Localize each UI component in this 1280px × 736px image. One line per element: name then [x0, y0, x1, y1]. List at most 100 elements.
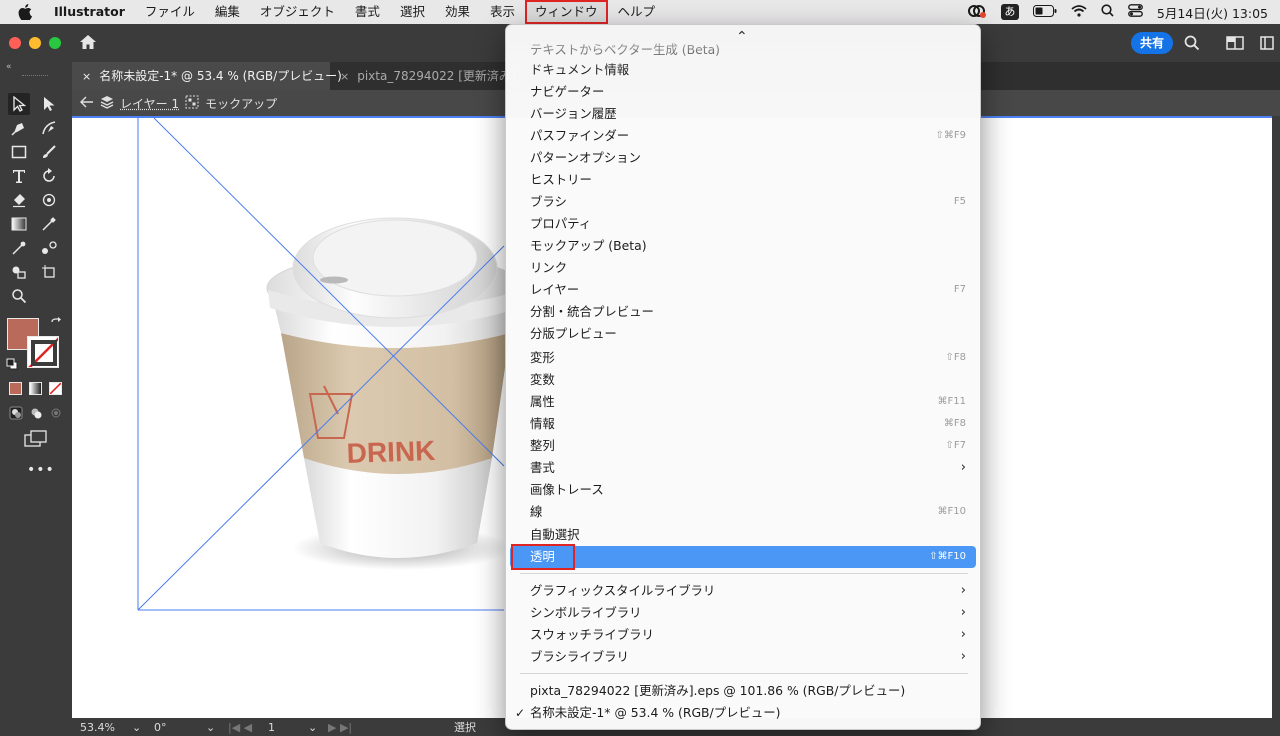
artboard-dropdown-icon[interactable]: ⌄: [308, 720, 317, 735]
selection-tool-icon[interactable]: [8, 93, 30, 115]
workspace-switcher-icon[interactable]: [1260, 36, 1274, 53]
menu-item-align[interactable]: 整列 ⇧F7: [510, 435, 976, 457]
arrange-documents-icon[interactable]: [1226, 36, 1244, 53]
menu-item-history[interactable]: ヒストリー: [510, 169, 976, 191]
breadcrumb-layer[interactable]: レイヤー 1: [120, 95, 179, 112]
menu-view[interactable]: 表示: [480, 0, 525, 24]
menu-item-pathfinder[interactable]: パスファインダー ⇧⌘F9: [510, 125, 976, 147]
panel-grip[interactable]: [22, 75, 48, 77]
menu-item-transform[interactable]: 変形 ⇧F8: [510, 347, 976, 369]
minimize-window-button[interactable]: [29, 37, 41, 49]
input-method-icon[interactable]: あ: [1000, 4, 1019, 20]
collapse-panel-icon[interactable]: «: [6, 62, 12, 72]
share-button[interactable]: 共有: [1130, 32, 1173, 54]
search-icon[interactable]: [1184, 35, 1200, 54]
zoom-dropdown-icon[interactable]: ⌄: [132, 720, 141, 735]
spotlight-search-icon[interactable]: [1101, 4, 1114, 20]
breadcrumb-group[interactable]: モックアップ: [205, 95, 277, 112]
shape-builder-tool-icon[interactable]: [8, 261, 30, 283]
wifi-icon[interactable]: [1071, 4, 1087, 20]
menu-help[interactable]: ヘルプ: [608, 0, 666, 24]
menu-item-attributes[interactable]: 属性 ⌘F11: [510, 391, 976, 413]
last-artboard-icon[interactable]: ▶ ▶|: [328, 720, 352, 735]
more-tools-icon[interactable]: •••: [27, 462, 55, 478]
control-center-icon[interactable]: [1127, 4, 1143, 20]
menu-item-links[interactable]: リンク: [510, 257, 976, 279]
tab-pixta-document[interactable]: × pixta_78294022 [更新済み]: [330, 62, 516, 90]
menu-item-pattern-options[interactable]: パターンオプション: [510, 147, 976, 169]
gradient-mode-icon[interactable]: [29, 382, 42, 395]
menu-item-document-info[interactable]: ドキュメント情報: [510, 59, 976, 81]
close-window-button[interactable]: [9, 37, 21, 49]
menu-select[interactable]: 選択: [390, 0, 435, 24]
close-tab-icon[interactable]: ×: [340, 70, 349, 83]
menu-item-stroke[interactable]: 線 ⌘F10: [510, 501, 976, 523]
menu-item-transparency[interactable]: 透明 ⇧⌘F10: [510, 546, 976, 568]
menu-item-navigator[interactable]: ナビゲーター: [510, 81, 976, 103]
menu-file[interactable]: ファイル: [135, 0, 205, 24]
menu-item-graphic-style-libraries[interactable]: グラフィックスタイルライブラリ ›: [510, 580, 976, 602]
menu-item-type-submenu[interactable]: 書式 ›: [510, 457, 976, 479]
color-mode-icon[interactable]: [9, 382, 22, 395]
type-tool-icon[interactable]: [8, 165, 30, 187]
stroke-color-swatch[interactable]: [27, 336, 59, 368]
mesh-tool-icon[interactable]: [38, 213, 60, 235]
eyedropper-tool-icon[interactable]: [8, 237, 30, 259]
artboard-number[interactable]: 1: [268, 720, 275, 735]
direct-selection-tool-icon[interactable]: [38, 93, 60, 115]
gradient-tool-icon[interactable]: [8, 213, 30, 235]
app-menu[interactable]: Illustrator: [48, 0, 135, 24]
creative-cloud-icon[interactable]: [967, 3, 987, 22]
draw-normal-icon[interactable]: [9, 406, 23, 423]
menu-item-info[interactable]: 情報 ⌘F8: [510, 413, 976, 435]
rectangle-tool-icon[interactable]: [8, 141, 30, 163]
menu-type[interactable]: 書式: [345, 0, 390, 24]
menu-item-document-pixta[interactable]: pixta_78294022 [更新済み].eps @ 101.86 % (RG…: [510, 680, 976, 702]
menu-item-document-untitled[interactable]: ✓ 名称未設定-1* @ 53.4 % (RGB/プレビュー): [510, 702, 976, 724]
menu-item-variables[interactable]: 変数: [510, 369, 976, 391]
scroll-up-icon[interactable]: ⌃: [736, 29, 748, 45]
menu-item-separations-preview[interactable]: 分版プレビュー: [510, 323, 976, 345]
rotation-dropdown-icon[interactable]: ⌄: [206, 720, 215, 735]
menu-item-symbol-libraries[interactable]: シンボルライブラリ ›: [510, 602, 976, 624]
menu-object[interactable]: オブジェクト: [250, 0, 345, 24]
back-arrow-icon[interactable]: [80, 96, 94, 111]
close-tab-icon[interactable]: ×: [82, 70, 91, 83]
menu-item-version-history[interactable]: バージョン履歴: [510, 103, 976, 125]
default-fill-stroke-icon[interactable]: [6, 358, 18, 373]
rotate-tool-icon[interactable]: [38, 165, 60, 187]
rotation-value[interactable]: 0°: [154, 720, 167, 735]
draw-behind-icon[interactable]: [29, 406, 43, 423]
pen-tool-icon[interactable]: [8, 117, 30, 139]
menu-item-brushes[interactable]: ブラシ F5: [510, 191, 976, 213]
apple-menu-icon[interactable]: [16, 4, 34, 20]
menu-item-brush-libraries[interactable]: ブラシライブラリ ›: [510, 646, 976, 668]
menu-item-mockup[interactable]: モックアップ (Beta): [510, 235, 976, 257]
first-artboard-icon[interactable]: |◀ ◀: [228, 720, 252, 735]
swap-fill-stroke-icon[interactable]: [50, 317, 62, 332]
zoom-level[interactable]: 53.4%: [80, 720, 115, 735]
zoom-window-button[interactable]: [49, 37, 61, 49]
menu-item-image-trace[interactable]: 画像トレース: [510, 479, 976, 501]
draw-inside-icon[interactable]: [49, 406, 63, 423]
menu-item-flattener-preview[interactable]: 分割・統合プレビュー: [510, 301, 976, 323]
blend-tool-icon[interactable]: [38, 237, 60, 259]
screen-mode-icon[interactable]: [24, 430, 48, 451]
menu-item-magic-wand[interactable]: 自動選択: [510, 524, 976, 546]
menu-window[interactable]: ウィンドウ: [524, 0, 608, 24]
menu-effect[interactable]: 効果: [435, 0, 480, 24]
none-mode-icon[interactable]: [49, 382, 62, 395]
menu-clock[interactable]: 5月14日(火) 13:05: [1157, 3, 1268, 22]
battery-icon[interactable]: [1032, 4, 1057, 20]
menu-item-layers[interactable]: レイヤー F7: [510, 279, 976, 301]
menu-item-properties[interactable]: プロパティ: [510, 213, 976, 235]
menu-item-swatch-libraries[interactable]: スウォッチライブラリ ›: [510, 624, 976, 646]
menu-edit[interactable]: 編集: [205, 0, 250, 24]
artboard-tool-icon[interactable]: [38, 261, 60, 283]
puppet-warp-tool-icon[interactable]: [38, 189, 60, 211]
home-icon[interactable]: [79, 34, 97, 53]
eraser-tool-icon[interactable]: [8, 189, 30, 211]
zoom-tool-icon[interactable]: [8, 285, 30, 307]
paintbrush-tool-icon[interactable]: [38, 141, 60, 163]
tab-untitled-document[interactable]: × 名称未設定-1* @ 53.4 % (RGB/プレビュー): [72, 62, 342, 90]
